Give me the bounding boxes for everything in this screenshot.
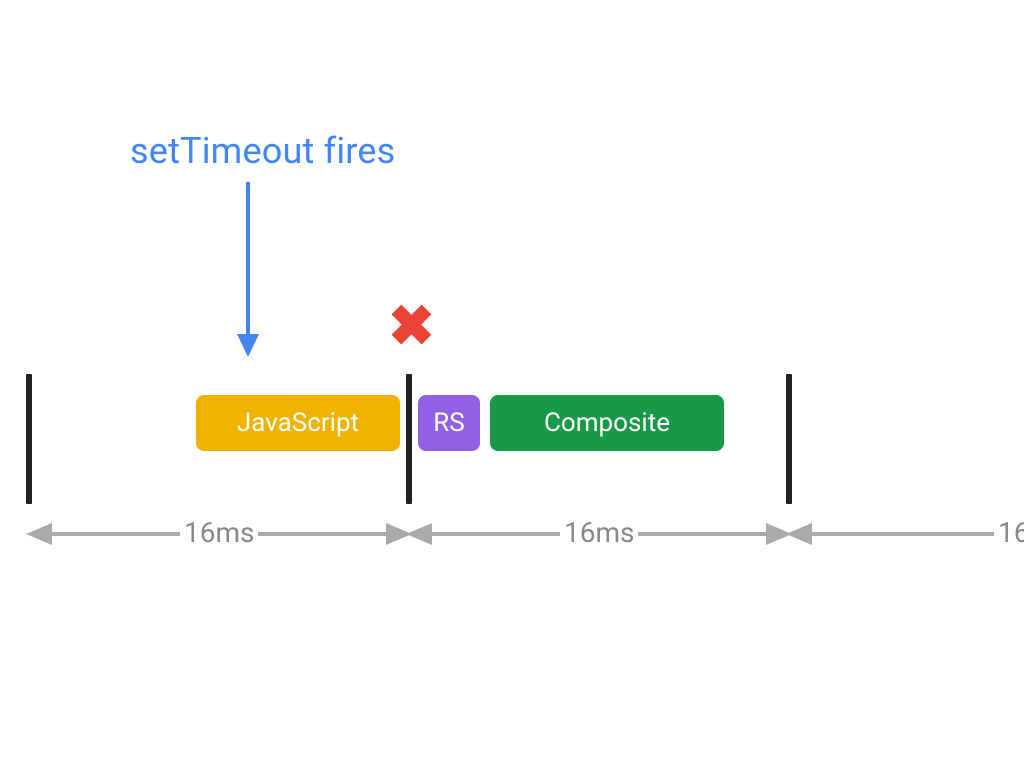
block-javascript: JavaScript bbox=[196, 395, 400, 451]
arrow-left-icon bbox=[406, 520, 436, 548]
close-icon: ✖ bbox=[388, 298, 435, 354]
settimeout-label: setTimeout fires bbox=[130, 130, 395, 172]
dim-label-3: 16 bbox=[994, 516, 1024, 549]
arrow-down-icon bbox=[228, 182, 268, 357]
block-composite: Composite bbox=[490, 395, 724, 451]
frame-tick-0 bbox=[26, 374, 32, 504]
arrow-left-icon bbox=[26, 520, 56, 548]
arrow-left-icon bbox=[786, 520, 816, 548]
block-rs: RS bbox=[418, 395, 480, 451]
frame-tick-2 bbox=[786, 374, 792, 504]
dim-label-2: 16ms bbox=[560, 516, 638, 549]
diagram-canvas: setTimeout fires ✖ JavaScript RS Composi… bbox=[0, 0, 1024, 768]
dim-label-1: 16ms bbox=[180, 516, 258, 549]
frame-tick-1 bbox=[406, 374, 412, 504]
dim-line-3 bbox=[808, 532, 1024, 536]
